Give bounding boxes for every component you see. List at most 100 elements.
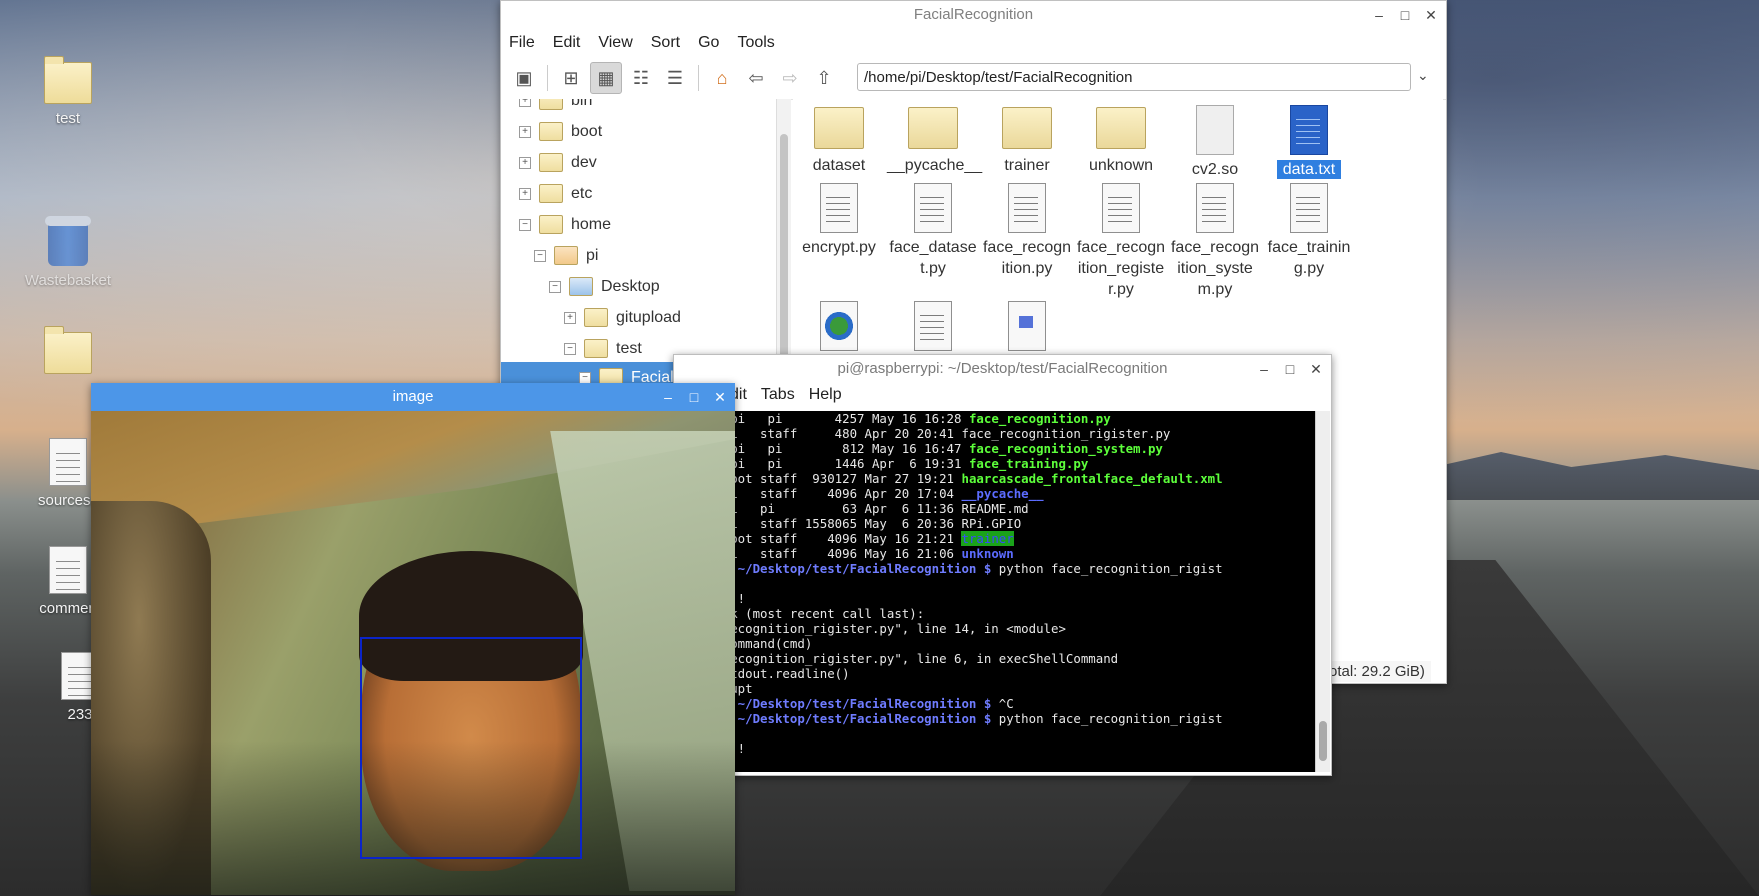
file-item-rpi-gpio[interactable] [981, 295, 1073, 355]
window-title: image [392, 388, 434, 405]
menu-go[interactable]: Go [698, 34, 719, 52]
text-file-icon [49, 546, 87, 594]
expand-icon[interactable]: + [519, 99, 531, 107]
file-item-label: face_recogn ition_syste m.py [1170, 239, 1260, 298]
desktop-icon-label: 233 [67, 706, 93, 723]
file-item-pycache[interactable]: __pycache__ [887, 99, 982, 176]
terminal-scrollbar[interactable] [1315, 411, 1330, 772]
file-item-face-dataset[interactable]: face_datase t.py [887, 177, 979, 279]
file-item-dataset[interactable]: dataset [793, 99, 885, 176]
tree-item-label: boot [571, 122, 603, 140]
desktop-icon-label: test [55, 110, 81, 127]
file-manager-titlebar[interactable]: FacialRecognition – □ ✕ [501, 1, 1446, 29]
menu-edit[interactable]: Edit [553, 34, 581, 52]
file-item-label: trainer [1004, 157, 1050, 174]
icon-view-icon[interactable]: ⊞ [556, 63, 586, 93]
folder-icon [908, 107, 958, 149]
file-item-label: face_trainin g.py [1267, 239, 1351, 277]
python-file-icon [820, 183, 858, 233]
window-title: FacialRecognition [913, 6, 1034, 23]
tree-item-dev[interactable]: + dev [519, 147, 597, 178]
tree-item-pi[interactable]: − pi [534, 240, 598, 271]
file-item-readme[interactable] [887, 295, 979, 355]
scrollbar-thumb[interactable] [780, 134, 788, 364]
close-icon[interactable]: ✕ [713, 389, 727, 405]
minimize-icon[interactable]: – [1372, 7, 1386, 23]
tree-item-desktop[interactable]: − Desktop [549, 271, 660, 302]
menu-file[interactable]: File [509, 34, 535, 52]
compact-view-icon[interactable]: ☷ [626, 63, 656, 93]
expand-icon[interactable]: + [519, 187, 531, 200]
desktop-icon-wastebasket[interactable]: Wastebasket [18, 216, 118, 289]
folder-icon [44, 56, 92, 104]
menu-tabs[interactable]: Tabs [761, 386, 795, 404]
menu-sort[interactable]: Sort [651, 34, 680, 52]
back-icon[interactable]: ⇦ [741, 63, 771, 93]
collapse-icon[interactable]: − [579, 371, 591, 384]
folder-icon [1002, 107, 1052, 149]
file-item-face-recognition[interactable]: face_recogn ition.py [981, 177, 1073, 279]
file-item-unknown[interactable]: unknown [1075, 99, 1167, 176]
menu-tools[interactable]: Tools [737, 34, 774, 52]
expand-icon[interactable]: + [564, 311, 576, 324]
file-item-xml[interactable] [793, 295, 885, 355]
minimize-icon[interactable]: – [661, 389, 675, 405]
menu-help[interactable]: Help [809, 386, 842, 404]
file-item-datatxt[interactable]: data.txt [1263, 99, 1355, 180]
close-icon[interactable]: ✕ [1309, 361, 1323, 377]
home-icon[interactable]: ⌂ [707, 63, 737, 93]
terminal-output[interactable]: r--x 1 pi pi 4257 May 16 16:28 face_reco… [674, 411, 1315, 772]
python-file-icon [1196, 183, 1234, 233]
new-window-icon[interactable]: ▣ [509, 63, 539, 93]
camera-frame [91, 411, 735, 895]
file-item-trainer[interactable]: trainer [981, 99, 1073, 176]
desktop-icon-folder[interactable] [18, 326, 118, 380]
maximize-icon[interactable]: □ [1398, 7, 1412, 23]
chevron-down-icon[interactable]: ⌄ [1417, 67, 1429, 84]
tree-item-home[interactable]: − home [519, 209, 611, 240]
tree-item-bin[interactable]: + bin [519, 99, 592, 116]
expand-icon[interactable]: + [519, 125, 531, 138]
file-item-face-training[interactable]: face_trainin g.py [1263, 177, 1355, 279]
terminal-listing-line: r-- 1 pi pi 63 Apr 6 11:36 README.md [678, 501, 1029, 516]
terminal-menubar: dit Tabs Help [674, 383, 1331, 407]
file-item-face-recognition-register[interactable]: face_recogn ition_registe r.py [1075, 177, 1167, 300]
desktop-icon-label: commen [39, 600, 97, 617]
file-item-label: face_recogn ition.py [982, 239, 1072, 277]
tree-item-label: pi [586, 246, 599, 264]
desktop-icon-test[interactable]: test [18, 56, 118, 127]
folder-icon [1096, 107, 1146, 149]
file-item-encrypt[interactable]: encrypt.py [793, 177, 885, 258]
file-item-cv2so[interactable]: cv2.so [1169, 99, 1261, 180]
terminal-listing-line: r-- 1 pi staff 1558065 May 6 20:36 RPi.G… [678, 516, 1022, 531]
tree-item-etc[interactable]: + etc [519, 178, 592, 209]
collapse-icon[interactable]: − [519, 218, 531, 231]
up-icon[interactable]: ⇧ [809, 63, 839, 93]
file-item-label: face_datase t.py [889, 239, 977, 277]
file-item-face-recognition-system[interactable]: face_recogn ition_syste m.py [1169, 177, 1261, 300]
terminal-titlebar[interactable]: pi@raspberrypi: ~/Desktop/test/FacialRec… [674, 355, 1331, 383]
scrollbar-thumb[interactable] [1319, 721, 1327, 761]
maximize-icon[interactable]: □ [687, 389, 701, 405]
expand-icon[interactable]: + [519, 156, 531, 169]
forward-icon[interactable]: ⇨ [775, 63, 805, 93]
list-view-icon[interactable]: ☰ [660, 63, 690, 93]
collapse-icon[interactable]: − [534, 249, 546, 262]
desktop-icon-label: Wastebasket [24, 272, 112, 289]
terminal-window: pi@raspberrypi: ~/Desktop/test/FacialRec… [673, 354, 1332, 776]
path-input[interactable]: /home/pi/Desktop/test/FacialRecognition [857, 63, 1411, 91]
tree-item-gitupload[interactable]: + gitupload [564, 302, 681, 333]
thumbnail-view-icon[interactable]: ▦ [590, 62, 622, 94]
menu-view[interactable]: View [598, 34, 632, 52]
tree-item-boot[interactable]: + boot [519, 116, 602, 147]
minimize-icon[interactable]: – [1257, 361, 1271, 377]
collapse-icon[interactable]: − [564, 342, 576, 355]
file-item-label: cv2.so [1191, 161, 1239, 178]
maximize-icon[interactable]: □ [1283, 361, 1297, 377]
collapse-icon[interactable]: − [549, 280, 561, 293]
tree-item-test[interactable]: − test [564, 333, 642, 364]
close-icon[interactable]: ✕ [1424, 7, 1438, 23]
folder-icon [539, 99, 563, 110]
image-window-titlebar[interactable]: image – □ ✕ [91, 383, 735, 411]
